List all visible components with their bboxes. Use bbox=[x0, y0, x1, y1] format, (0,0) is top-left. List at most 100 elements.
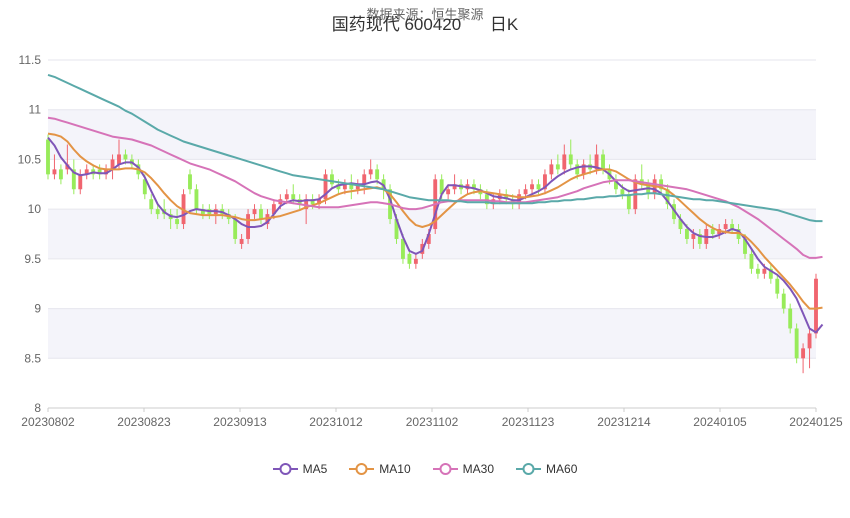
legend-label: MA30 bbox=[462, 462, 495, 476]
candle-body bbox=[781, 293, 786, 309]
candle-body bbox=[523, 189, 528, 195]
candle bbox=[543, 169, 547, 195]
candle bbox=[58, 164, 63, 185]
candle-body bbox=[562, 154, 567, 170]
candle-body bbox=[575, 164, 580, 175]
x-tick-label: 20240125 bbox=[789, 415, 843, 429]
x-axis: 20230802 20230823 20230913 20231012 20231102… bbox=[21, 408, 843, 429]
candle bbox=[775, 273, 780, 299]
x-tick-label: 20230802 bbox=[21, 415, 75, 429]
candle-body bbox=[710, 229, 715, 234]
legend-swatch-marker bbox=[355, 463, 368, 475]
legend-label: MA10 bbox=[379, 462, 411, 476]
candle-body bbox=[446, 189, 451, 195]
candle-body bbox=[407, 253, 412, 264]
legend-item-ma10[interactable]: MA10 bbox=[349, 462, 411, 476]
candle-body bbox=[814, 278, 818, 334]
x-tick-label: 20230913 bbox=[213, 415, 267, 429]
candle bbox=[71, 159, 76, 195]
candle bbox=[613, 174, 618, 195]
candle-body bbox=[259, 209, 263, 220]
candle-body bbox=[368, 169, 373, 175]
candle-body bbox=[233, 219, 238, 239]
candle-body bbox=[723, 224, 728, 230]
legend-item-ma60[interactable]: MA60 bbox=[516, 462, 577, 476]
candle-body bbox=[149, 199, 154, 210]
y-tick-label: 11 bbox=[29, 103, 42, 117]
candle bbox=[349, 174, 354, 200]
candle-body bbox=[684, 229, 689, 239]
candle-body bbox=[330, 174, 334, 185]
candle-body bbox=[536, 184, 541, 190]
candle bbox=[78, 169, 83, 195]
candle bbox=[368, 159, 373, 180]
legend-swatch-marker bbox=[279, 463, 292, 475]
candle-body bbox=[78, 174, 83, 190]
candle-body bbox=[549, 164, 554, 175]
legend-swatch-marker bbox=[439, 463, 452, 475]
candle-body bbox=[555, 164, 560, 170]
candle bbox=[814, 273, 818, 339]
candle-body bbox=[413, 258, 418, 264]
legend-label: MA5 bbox=[302, 462, 328, 476]
candle bbox=[452, 174, 457, 195]
candle-body bbox=[568, 154, 573, 165]
candle-body bbox=[601, 154, 605, 170]
candlestick-chart: 88.599.51010.51111.5 20230802 20230823 202… bbox=[18, 53, 843, 429]
candle-body bbox=[362, 174, 367, 185]
candle-body bbox=[788, 308, 793, 329]
candle bbox=[84, 164, 89, 180]
candle-body bbox=[284, 194, 289, 200]
legend-swatch bbox=[516, 463, 542, 475]
y-axis: 8 8.5 9 9.5 10 10.5 11 11.5 bbox=[18, 53, 42, 415]
candle-body bbox=[291, 194, 296, 200]
candle-body bbox=[123, 154, 128, 160]
y-tick-label: 8.5 bbox=[24, 351, 41, 365]
candle-body bbox=[762, 268, 767, 274]
x-tick-label: 20230823 bbox=[117, 415, 171, 429]
candle-body bbox=[530, 184, 534, 190]
y-tick-label: 10.5 bbox=[18, 152, 42, 166]
candle-body bbox=[749, 253, 754, 269]
y-tick-label: 10 bbox=[28, 202, 42, 216]
candle bbox=[755, 263, 760, 279]
legend-swatch-marker bbox=[522, 463, 535, 475]
legend-swatch bbox=[272, 463, 298, 475]
candle-body bbox=[794, 328, 799, 359]
candle bbox=[355, 179, 360, 195]
candle-body bbox=[375, 169, 380, 180]
candle-body bbox=[175, 219, 180, 225]
legend-item-ma5[interactable]: MA5 bbox=[272, 462, 328, 476]
candle-body bbox=[775, 278, 780, 294]
candle bbox=[530, 179, 534, 195]
legend-swatch bbox=[432, 463, 458, 475]
candle bbox=[97, 164, 102, 180]
candle-body bbox=[188, 174, 192, 190]
y-tick-label: 8 bbox=[34, 401, 41, 415]
candle bbox=[581, 159, 586, 180]
candle-body bbox=[117, 154, 121, 165]
grid-band bbox=[48, 308, 816, 359]
candle bbox=[665, 184, 670, 210]
y-tick-label: 9.5 bbox=[24, 252, 41, 266]
legend: MA5 MA10 MA30 MA60 bbox=[0, 462, 850, 476]
x-tick-label: 20231012 bbox=[309, 415, 363, 429]
legend-item-ma30[interactable]: MA30 bbox=[432, 462, 495, 476]
candle-body bbox=[52, 169, 57, 175]
y-tick-label: 9 bbox=[34, 302, 41, 316]
candle-body bbox=[620, 189, 625, 195]
legend-swatch bbox=[349, 463, 375, 475]
candle bbox=[549, 159, 554, 180]
candle-body bbox=[801, 348, 806, 359]
x-tick-label: 20231123 bbox=[502, 415, 555, 429]
candle-body bbox=[58, 169, 63, 180]
y-tick-label: 11.5 bbox=[19, 53, 42, 67]
candle bbox=[794, 323, 799, 364]
x-tick-label: 20231102 bbox=[406, 415, 459, 429]
candle-body bbox=[46, 139, 50, 175]
candle-body bbox=[691, 234, 696, 239]
candle-body bbox=[252, 209, 257, 215]
candle-body bbox=[194, 189, 199, 210]
candle bbox=[46, 134, 50, 180]
candle bbox=[639, 164, 644, 190]
